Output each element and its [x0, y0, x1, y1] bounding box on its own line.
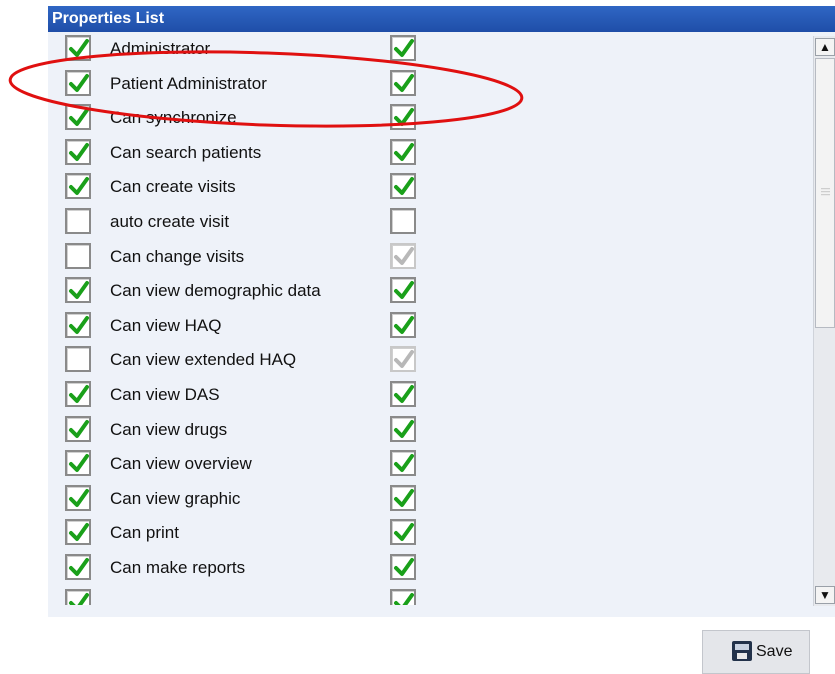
- property-checkbox[interactable]: [65, 450, 91, 477]
- chevron-up-icon[interactable]: ▲: [815, 38, 835, 56]
- property-checkbox[interactable]: [65, 173, 91, 200]
- property-row: Can view extended HAQ: [48, 342, 813, 377]
- vertical-scrollbar[interactable]: ▲ ― ― ― ▼: [813, 36, 835, 606]
- property-row: Can view demographic data: [48, 273, 813, 308]
- property-checkbox[interactable]: [65, 277, 91, 304]
- property-label: Can view drugs: [110, 419, 228, 439]
- property-label: Can print: [110, 523, 179, 543]
- property-row: Can search patients: [48, 135, 813, 170]
- property-checkbox[interactable]: [65, 554, 91, 580]
- property-row: auto create visit: [48, 204, 813, 239]
- property-checkbox[interactable]: [65, 242, 91, 269]
- property-label: Patient Administrator: [110, 73, 267, 93]
- grip-icon: ― ― ―: [821, 183, 830, 199]
- property-secondary-checkbox[interactable]: [390, 311, 416, 338]
- property-checkbox[interactable]: [65, 588, 91, 605]
- property-row: Patient Administrator: [48, 66, 813, 101]
- property-secondary-checkbox: [390, 346, 416, 373]
- property-row: Can view overview: [48, 446, 813, 481]
- property-checkbox[interactable]: [65, 346, 91, 373]
- property-secondary-checkbox[interactable]: [390, 138, 416, 165]
- property-row: Can view drugs: [48, 412, 813, 447]
- property-secondary-checkbox[interactable]: [390, 104, 416, 131]
- property-row: Can synchronize: [48, 100, 813, 135]
- floppy-disk-icon: [732, 641, 752, 661]
- property-label: auto create visit: [110, 212, 230, 231]
- property-row: Can make reports: [48, 550, 813, 585]
- property-label: Administrator: [110, 39, 211, 58]
- property-label: Can change visits: [110, 246, 245, 266]
- property-secondary-checkbox[interactable]: [390, 588, 416, 605]
- property-label: Can view HAQ: [110, 315, 222, 335]
- property-row: Can view HAQ: [48, 308, 813, 343]
- property-checkbox[interactable]: [65, 311, 91, 338]
- property-secondary-checkbox[interactable]: [390, 519, 416, 546]
- property-label: Can view extended HAQ: [110, 350, 297, 370]
- property-label: Can make reports: [110, 558, 246, 577]
- property-checkbox[interactable]: [65, 35, 91, 61]
- property-secondary-checkbox: [390, 242, 416, 269]
- save-button[interactable]: Save: [702, 630, 810, 674]
- scrollbar-thumb[interactable]: ― ― ―: [815, 58, 835, 328]
- property-secondary-checkbox[interactable]: [390, 484, 416, 511]
- property-secondary-checkbox[interactable]: [390, 381, 416, 407]
- property-label: Can synchronize: [110, 108, 237, 128]
- property-checkbox[interactable]: [65, 484, 91, 511]
- property-checkbox[interactable]: [65, 381, 91, 407]
- property-row: Can view DAS: [48, 377, 813, 412]
- properties-panel: Properties List Administrator Patient Adm…: [48, 6, 835, 617]
- save-label: Save: [756, 643, 793, 660]
- property-row: Can create visits: [48, 169, 813, 204]
- property-label: Can view demographic data: [110, 281, 321, 301]
- properties-list: Administrator Patient Administrator Can sy…: [48, 32, 813, 605]
- property-secondary-checkbox[interactable]: [390, 173, 416, 200]
- property-secondary-checkbox[interactable]: [390, 69, 416, 96]
- property-row: Can view graphic: [48, 481, 813, 516]
- property-row: Can print: [48, 515, 813, 550]
- property-checkbox[interactable]: [65, 519, 91, 546]
- property-checkbox[interactable]: [65, 104, 91, 131]
- property-label: Can view DAS: [110, 385, 220, 404]
- property-label: Can view overview: [110, 454, 252, 474]
- panel-title: Properties List: [48, 6, 835, 32]
- property-secondary-checkbox[interactable]: [390, 277, 416, 304]
- property-secondary-checkbox[interactable]: [390, 554, 416, 580]
- property-label: Can view graphic: [110, 488, 241, 508]
- property-secondary-checkbox[interactable]: [390, 35, 416, 61]
- property-label: Can search patients: [110, 142, 262, 162]
- property-checkbox[interactable]: [65, 69, 91, 96]
- property-secondary-checkbox[interactable]: [390, 415, 416, 442]
- property-checkbox[interactable]: [65, 208, 91, 234]
- property-row: [48, 585, 813, 605]
- property-checkbox[interactable]: [65, 415, 91, 442]
- chevron-down-icon[interactable]: ▼: [815, 586, 835, 604]
- property-row: Administrator: [48, 32, 813, 66]
- property-secondary-checkbox[interactable]: [390, 450, 416, 477]
- property-checkbox[interactable]: [65, 138, 91, 165]
- property-label: Can create visits: [110, 177, 236, 197]
- property-secondary-checkbox[interactable]: [390, 208, 416, 234]
- property-row: Can change visits: [48, 239, 813, 274]
